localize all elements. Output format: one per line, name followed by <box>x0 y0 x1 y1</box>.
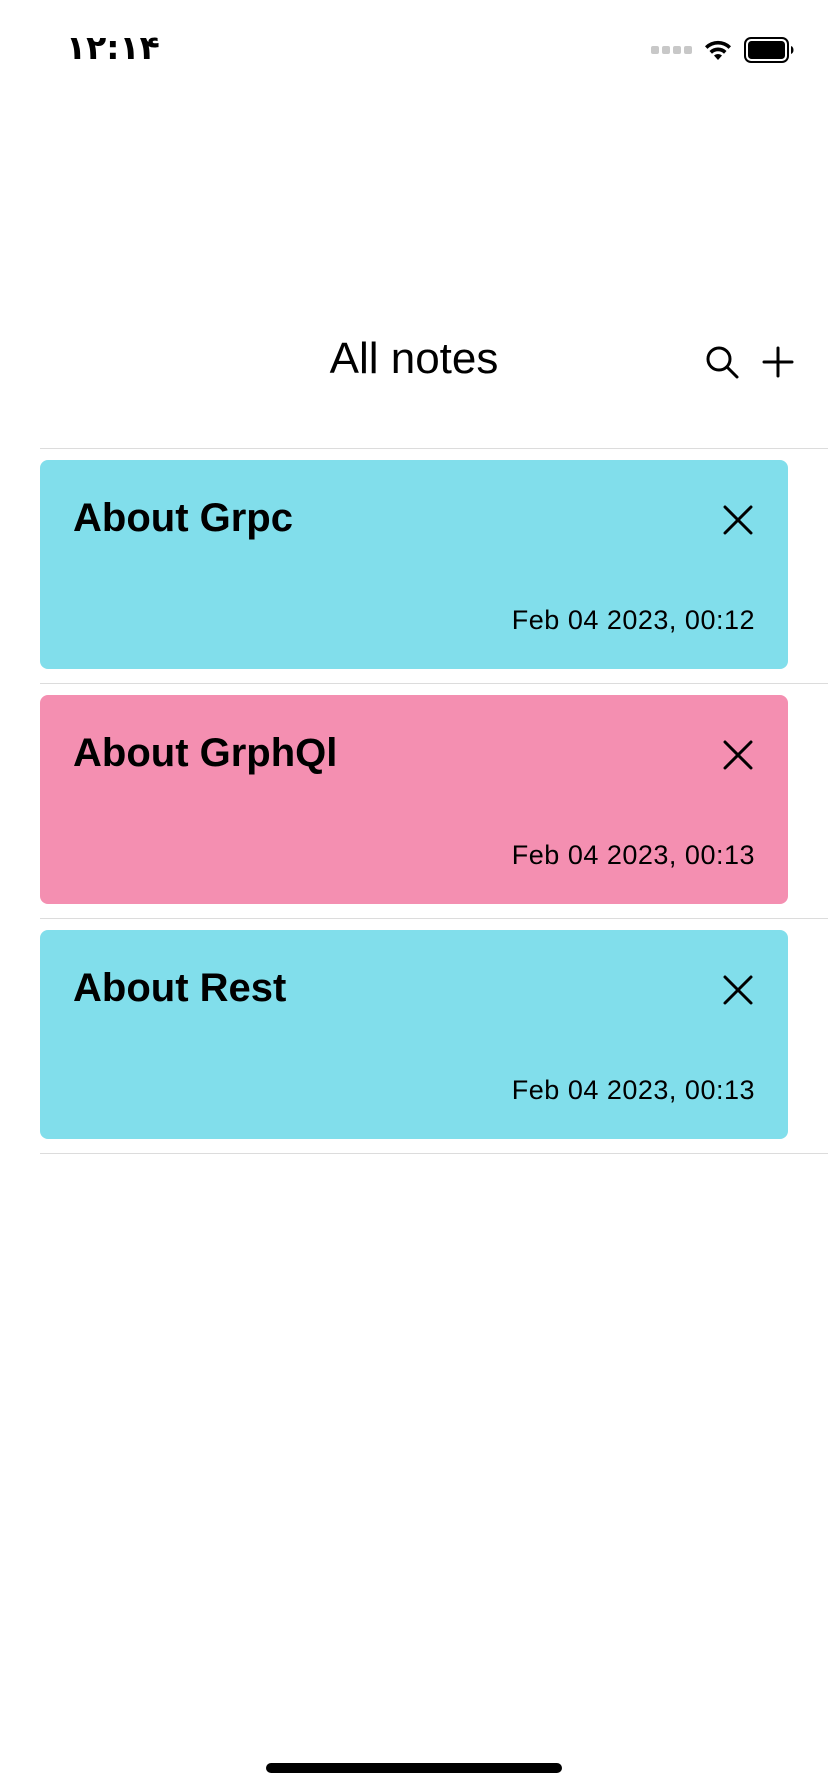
delete-note-button[interactable] <box>718 970 758 1010</box>
close-icon <box>723 505 753 535</box>
list-item: About Grpc Feb 04 2023, 00:12 <box>40 449 828 683</box>
battery-icon <box>744 37 794 63</box>
note-card[interactable]: About Rest Feb 04 2023, 00:13 <box>40 930 788 1139</box>
status-time: ۱۲:۱۴ <box>66 28 160 67</box>
close-icon <box>723 975 753 1005</box>
note-date: Feb 04 2023, 00:13 <box>511 1075 755 1105</box>
notes-list: About Grpc Feb 04 2023, 00:12 About Grph… <box>40 448 828 1154</box>
cellular-signal-icon <box>651 46 692 54</box>
delete-note-button[interactable] <box>718 500 758 540</box>
search-button[interactable] <box>700 340 744 384</box>
note-card[interactable]: About GrphQl Feb 04 2023, 00:13 <box>40 695 788 904</box>
list-item: About GrphQl Feb 04 2023, 00:13 <box>40 684 828 918</box>
status-icons <box>651 36 794 64</box>
search-icon <box>706 346 739 379</box>
wifi-icon <box>705 40 731 60</box>
close-icon <box>723 740 753 770</box>
add-note-button[interactable] <box>756 340 800 384</box>
note-title: About Grpc <box>73 496 293 540</box>
list-item: About Rest Feb 04 2023, 00:13 <box>40 919 828 1153</box>
divider <box>40 1153 828 1154</box>
note-title: About GrphQl <box>73 731 338 775</box>
delete-note-button[interactable] <box>718 735 758 775</box>
home-indicator[interactable] <box>266 1763 562 1773</box>
note-card[interactable]: About Grpc Feb 04 2023, 00:12 <box>40 460 788 669</box>
note-date: Feb 04 2023, 00:13 <box>511 840 755 870</box>
note-title: About Rest <box>73 966 287 1010</box>
note-date: Feb 04 2023, 00:12 <box>511 605 755 635</box>
plus-icon <box>762 346 794 378</box>
